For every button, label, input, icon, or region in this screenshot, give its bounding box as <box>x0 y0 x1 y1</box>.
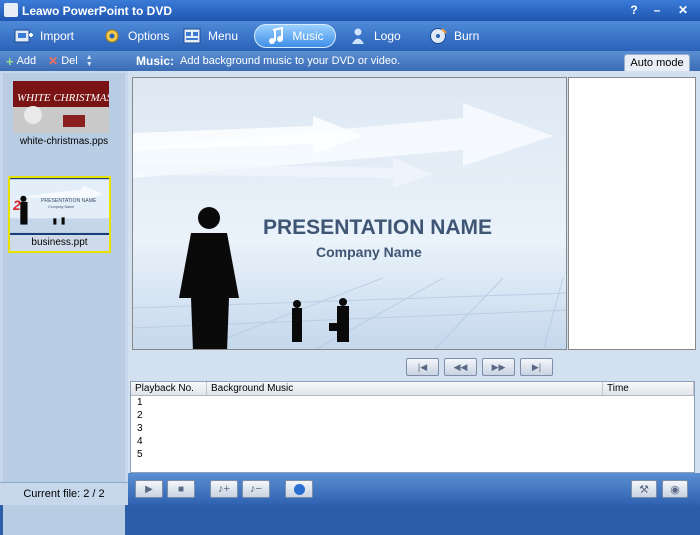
christmas-slide-thumbnail: WHITE CHRISTMAS <box>13 81 113 133</box>
music-table: Playback No. Background Music Time 1 2 3… <box>130 381 695 473</box>
music-button[interactable]: Music <box>254 24 336 48</box>
import-icon <box>14 29 33 43</box>
slide-subtitle: Company Name <box>316 244 422 260</box>
current-file-status: Current file: 2 / 2 <box>0 482 128 505</box>
close-button[interactable]: ✕ <box>675 2 691 18</box>
previous-slide-button[interactable]: ◀◀ <box>444 358 477 376</box>
minimize-button[interactable]: – <box>649 2 665 18</box>
logo-label: Logo <box>374 29 401 43</box>
stop-button[interactable]: ■ <box>167 480 195 498</box>
thumb1-text: WHITE CHRISTMAS <box>17 92 109 104</box>
burn-icon <box>430 28 447 44</box>
menu-label: Menu <box>208 29 239 43</box>
table-row[interactable]: 4 <box>131 435 694 448</box>
delete-icon: ✕ <box>48 54 59 68</box>
add-label: Add <box>16 55 37 67</box>
app-icon <box>4 3 18 17</box>
menu-icon <box>183 28 201 44</box>
next-slide-button[interactable]: ▶▶ <box>482 358 515 376</box>
title-bar: Leawo PowerPoint to DVD ? – ✕ <box>0 0 700 21</box>
thumbnail-list: WHITE CHRISTMAS white-christmas.pps PRES… <box>3 73 125 535</box>
menu-button[interactable]: Menu <box>174 24 246 48</box>
logo-icon <box>352 28 364 44</box>
file-name-2: business.ppt <box>10 235 109 251</box>
delete-file-button[interactable]: ✕ Del <box>42 51 84 71</box>
add-music-icon: ♪+ <box>218 483 230 495</box>
next-slide-icon: ▶▶ <box>491 361 506 372</box>
slide-navigation: |◀ ◀◀ ▶▶ ▶| <box>406 358 553 376</box>
music-icon <box>269 27 284 44</box>
music-panel: Music: Add background music to your DVD … <box>128 51 700 505</box>
file-list-pane: + Add ✕ Del ▲ ▼ WHITE CHRISTMAS white-ch… <box>0 51 128 535</box>
options-label: Options <box>128 29 170 43</box>
thumb2-title: PRESENTATION NAME <box>41 198 97 204</box>
reorder-arrows[interactable]: ▲ ▼ <box>86 54 93 68</box>
wrench-icon: ⚒ <box>639 483 649 496</box>
thumb2-subtitle: Company Name <box>48 205 74 209</box>
add-music-button[interactable]: ♪+ <box>210 480 238 498</box>
last-slide-icon: ▶| <box>531 361 542 372</box>
speaker-icon: ◉ <box>670 483 680 496</box>
header-background-music[interactable]: Background Music <box>207 382 603 395</box>
window-title: Leawo PowerPoint to DVD <box>22 4 173 18</box>
remove-music-icon: ♪− <box>250 483 262 495</box>
file-list-toolbar: + Add ✕ Del ▲ ▼ <box>0 51 128 71</box>
table-header: Playback No. Background Music Time <box>131 382 694 396</box>
add-file-button[interactable]: + Add <box>0 51 42 71</box>
business-slide-thumbnail: PRESENTATION NAME Company Name 2 <box>10 179 109 233</box>
play-button[interactable]: ▶ <box>135 480 163 498</box>
table-row[interactable]: 5 <box>131 448 694 461</box>
table-row[interactable]: 2 <box>131 409 694 422</box>
slide-preview: PRESENTATION NAME Company Name <box>132 77 567 350</box>
plus-icon: + <box>6 53 14 69</box>
first-slide-icon: |◀ <box>417 361 428 372</box>
volume-button[interactable]: ◉ <box>662 480 688 498</box>
music-header: Music: Add background music to your DVD … <box>128 51 700 71</box>
music-label: Music <box>292 29 324 43</box>
move-up-icon[interactable]: ▲ <box>86 54 93 61</box>
music-heading: Music: <box>136 54 175 68</box>
help-button[interactable]: ? <box>626 2 642 18</box>
first-slide-button[interactable]: |◀ <box>406 358 439 376</box>
music-controls: ▶ ■ ♪+ ♪− ⚒ ◉ <box>128 473 700 505</box>
logo-button[interactable]: Logo <box>340 24 409 48</box>
remove-music-button[interactable]: ♪− <box>242 480 270 498</box>
play-icon: ▶ <box>145 483 153 495</box>
file-name-1: white-christmas.pps <box>19 136 109 147</box>
options-button[interactable]: Options <box>94 24 177 48</box>
burn-label: Burn <box>454 29 480 43</box>
record-icon <box>293 483 305 495</box>
import-label: Import <box>40 29 75 43</box>
business-slide-preview: PRESENTATION NAME Company Name <box>133 78 566 349</box>
table-row[interactable]: 1 <box>131 396 694 409</box>
import-button[interactable]: Import <box>6 24 82 48</box>
auto-mode-tab[interactable]: Auto mode <box>624 54 690 71</box>
move-down-icon[interactable]: ▼ <box>86 61 93 68</box>
main-toolbar: Import Options Menu Music Logo Burn <box>0 21 700 51</box>
slide-title: PRESENTATION NAME <box>263 216 492 239</box>
del-label: Del <box>61 55 78 67</box>
record-button[interactable] <box>285 480 313 498</box>
previous-slide-icon: ◀◀ <box>453 361 468 372</box>
stop-icon: ■ <box>177 483 185 495</box>
burn-button[interactable]: Burn <box>420 24 487 48</box>
header-playback-no[interactable]: Playback No. <box>131 382 207 395</box>
selected-file-highlight[interactable]: PRESENTATION NAME Company Name 2 busines… <box>8 176 111 253</box>
settings-button[interactable]: ⚒ <box>631 480 657 498</box>
table-row[interactable]: 3 <box>131 422 694 435</box>
thumb2-number: 2 <box>12 198 21 213</box>
auto-mode-panel <box>568 77 696 350</box>
last-slide-button[interactable]: ▶| <box>520 358 553 376</box>
gear-icon <box>105 29 119 43</box>
file-thumbnail-1[interactable]: WHITE CHRISTMAS <box>13 81 113 133</box>
music-description: Add background music to your DVD or vide… <box>180 55 401 67</box>
header-time[interactable]: Time <box>603 382 694 395</box>
